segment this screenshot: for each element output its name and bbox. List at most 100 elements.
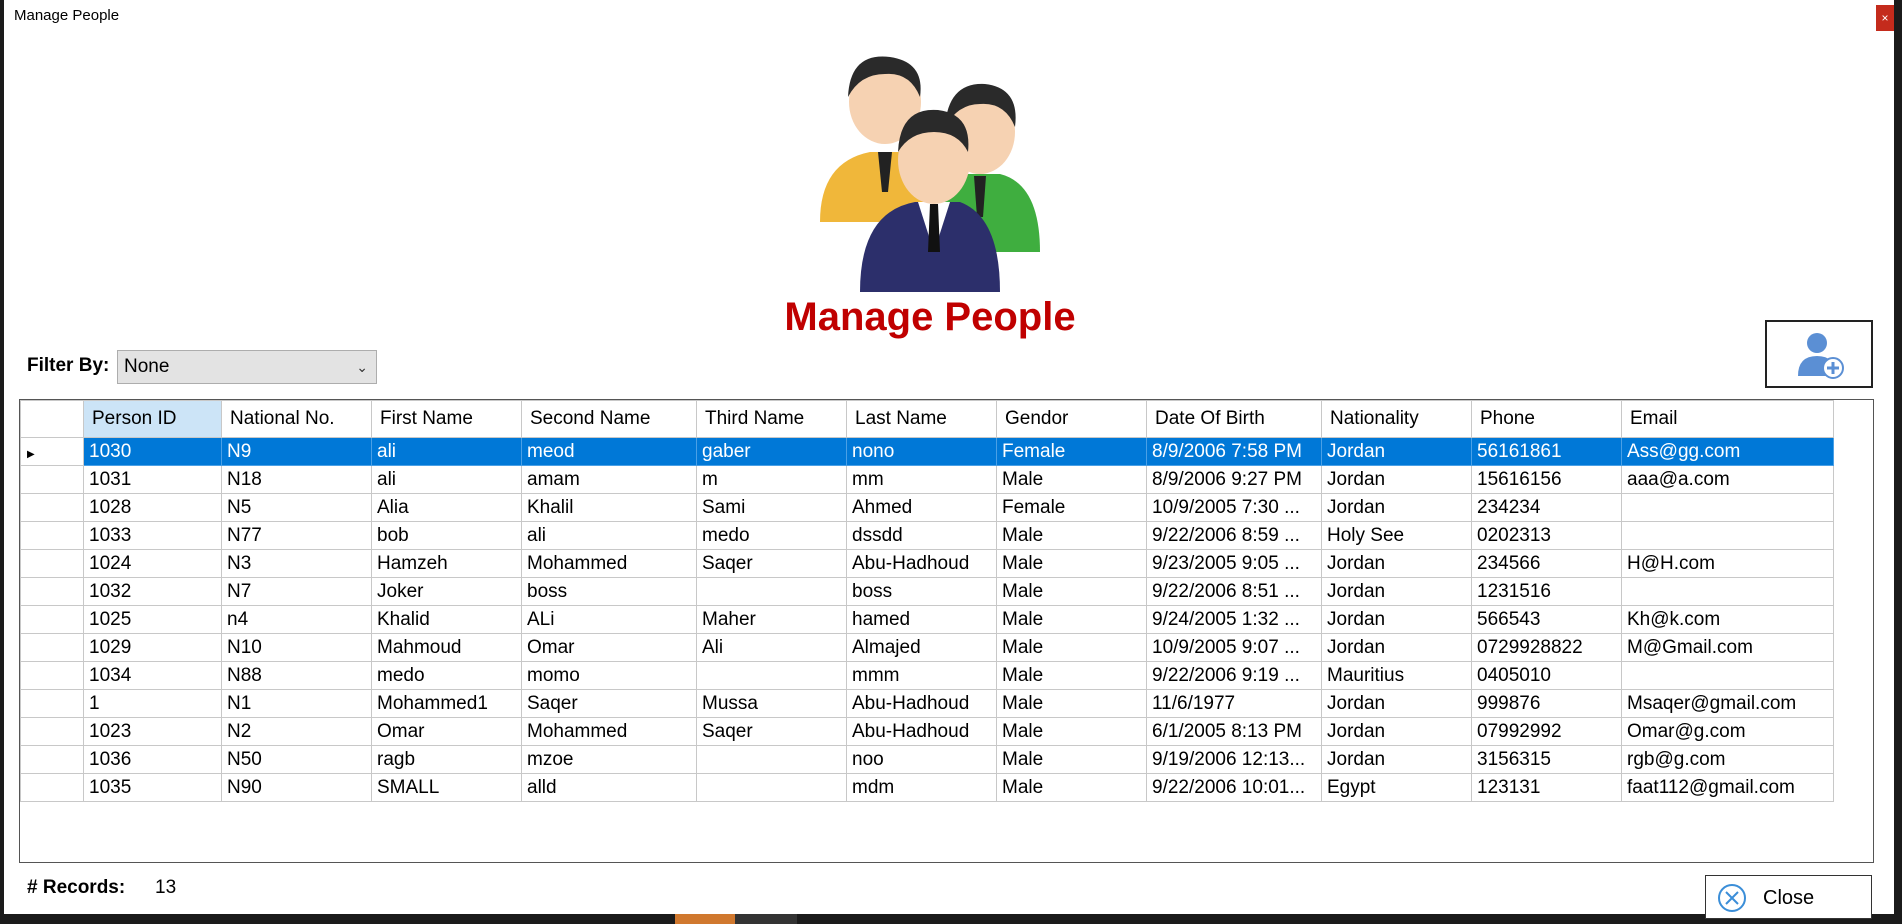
table-cell[interactable]: Egypt [1321, 773, 1472, 802]
add-person-button[interactable] [1765, 320, 1873, 388]
table-cell[interactable]: N2 [221, 717, 372, 746]
table-cell[interactable]: ALi [521, 605, 697, 634]
table-cell[interactable] [696, 577, 847, 606]
table-cell[interactable]: 9/22/2006 9:19 ... [1146, 661, 1322, 690]
table-cell[interactable]: 1029 [83, 633, 222, 662]
close-button[interactable]: Close [1705, 875, 1872, 919]
table-cell[interactable]: Saqer [521, 689, 697, 718]
table-cell[interactable]: 10/9/2005 7:30 ... [1146, 493, 1322, 522]
row-header[interactable] [20, 717, 84, 746]
table-cell[interactable]: Khalid [371, 605, 522, 634]
table-cell[interactable]: 8/9/2006 9:27 PM [1146, 465, 1322, 494]
table-cell[interactable]: Jordan [1321, 493, 1472, 522]
table-cell[interactable]: 3156315 [1471, 745, 1622, 774]
table-cell[interactable]: 9/22/2006 8:51 ... [1146, 577, 1322, 606]
table-cell[interactable]: mm [846, 465, 997, 494]
table-cell[interactable]: Jordan [1321, 633, 1472, 662]
table-cell[interactable]: ali [521, 521, 697, 550]
table-cell[interactable] [1621, 521, 1834, 550]
table-cell[interactable]: N77 [221, 521, 372, 550]
table-cell[interactable]: Jordan [1321, 745, 1472, 774]
table-cell[interactable]: SMALL [371, 773, 522, 802]
table-cell[interactable]: momo [521, 661, 697, 690]
row-header[interactable] [20, 633, 84, 662]
table-cell[interactable]: N18 [221, 465, 372, 494]
table-cell[interactable]: 999876 [1471, 689, 1622, 718]
table-cell[interactable]: Ali [696, 633, 847, 662]
table-cell[interactable]: 9/19/2006 12:13... [1146, 745, 1322, 774]
row-header[interactable] [20, 773, 84, 802]
table-cell[interactable]: 1231516 [1471, 577, 1622, 606]
table-row[interactable]: 1032 N7 Joker boss boss Male 9/22/2006 8:51 ..… [20, 577, 1834, 606]
table-cell[interactable]: 9/24/2005 1:32 ... [1146, 605, 1322, 634]
column-header[interactable]: Last Name [846, 400, 997, 438]
table-cell[interactable]: Saqer [696, 549, 847, 578]
table-row[interactable]: 1028 N5 Alia Khalil Sami Ahmed Female 10/9/2005… [20, 493, 1834, 522]
table-cell[interactable]: 56161861 [1471, 437, 1622, 466]
table-cell[interactable]: N10 [221, 633, 372, 662]
table-cell[interactable]: Abu-Hadhoud [846, 549, 997, 578]
table-cell[interactable]: aaa@a.com [1621, 465, 1834, 494]
table-cell[interactable]: Male [996, 605, 1147, 634]
table-cell[interactable]: Male [996, 549, 1147, 578]
table-cell[interactable]: 1031 [83, 465, 222, 494]
table-cell[interactable]: Jordan [1321, 437, 1472, 466]
table-row[interactable]: 1023 N2 Omar Mohammed Saqer Abu-Hadhoud Male 6/… [20, 717, 1834, 746]
table-cell[interactable] [696, 745, 847, 774]
table-cell[interactable]: N7 [221, 577, 372, 606]
table-cell[interactable]: Omar@g.com [1621, 717, 1834, 746]
table-cell[interactable]: N90 [221, 773, 372, 802]
table-cell[interactable]: noo [846, 745, 997, 774]
table-cell[interactable] [1621, 577, 1834, 606]
table-cell[interactable]: bob [371, 521, 522, 550]
table-cell[interactable]: 1032 [83, 577, 222, 606]
table-row[interactable]: 1024 N3 Hamzeh Mohammed Saqer Abu-Hadhoud Male… [20, 549, 1834, 578]
table-cell[interactable]: Mohammed [521, 717, 697, 746]
table-cell[interactable]: ragb [371, 745, 522, 774]
table-cell[interactable]: medo [696, 521, 847, 550]
table-cell[interactable]: N3 [221, 549, 372, 578]
table-cell[interactable]: faat112@gmail.com [1621, 773, 1834, 802]
table-cell[interactable]: Mussa [696, 689, 847, 718]
table-cell[interactable] [696, 661, 847, 690]
table-cell[interactable]: 1023 [83, 717, 222, 746]
table-cell[interactable]: Mauritius [1321, 661, 1472, 690]
column-header[interactable]: First Name [371, 400, 522, 438]
table-cell[interactable]: 0729928822 [1471, 633, 1622, 662]
row-header[interactable] [20, 521, 84, 550]
table-cell[interactable]: boss [521, 577, 697, 606]
table-cell[interactable]: Male [996, 717, 1147, 746]
table-cell[interactable]: Male [996, 521, 1147, 550]
table-cell[interactable]: Kh@k.com [1621, 605, 1834, 634]
table-cell[interactable]: N1 [221, 689, 372, 718]
column-header[interactable]: National No. [221, 400, 372, 438]
row-header[interactable] [20, 661, 84, 690]
table-cell[interactable]: 1025 [83, 605, 222, 634]
table-cell[interactable]: Saqer [696, 717, 847, 746]
table-cell[interactable]: 566543 [1471, 605, 1622, 634]
table-cell[interactable]: N88 [221, 661, 372, 690]
table-cell[interactable]: Khalil [521, 493, 697, 522]
people-grid[interactable]: Person ID National No. First Name Second… [19, 399, 1874, 863]
column-header[interactable]: Phone [1471, 400, 1622, 438]
table-cell[interactable]: 07992992 [1471, 717, 1622, 746]
table-cell[interactable]: 8/9/2006 7:58 PM [1146, 437, 1322, 466]
table-cell[interactable]: ali [371, 437, 522, 466]
table-cell[interactable]: Maher [696, 605, 847, 634]
table-cell[interactable]: rgb@g.com [1621, 745, 1834, 774]
table-cell[interactable]: Male [996, 633, 1147, 662]
table-cell[interactable]: m [696, 465, 847, 494]
table-cell[interactable]: mdm [846, 773, 997, 802]
row-header[interactable] [20, 605, 84, 634]
table-cell[interactable]: gaber [696, 437, 847, 466]
table-cell[interactable]: Mahmoud [371, 633, 522, 662]
table-cell[interactable]: H@H.com [1621, 549, 1834, 578]
table-row[interactable]: ▶ 1030 N9 ali meod gaber nono Female 8/9/2006 7:… [20, 437, 1834, 466]
table-cell[interactable]: 1024 [83, 549, 222, 578]
table-cell[interactable]: 15616156 [1471, 465, 1622, 494]
table-cell[interactable]: 1036 [83, 745, 222, 774]
table-cell[interactable]: Jordan [1321, 717, 1472, 746]
table-cell[interactable]: N50 [221, 745, 372, 774]
table-cell[interactable]: Jordan [1321, 577, 1472, 606]
table-cell[interactable]: Joker [371, 577, 522, 606]
